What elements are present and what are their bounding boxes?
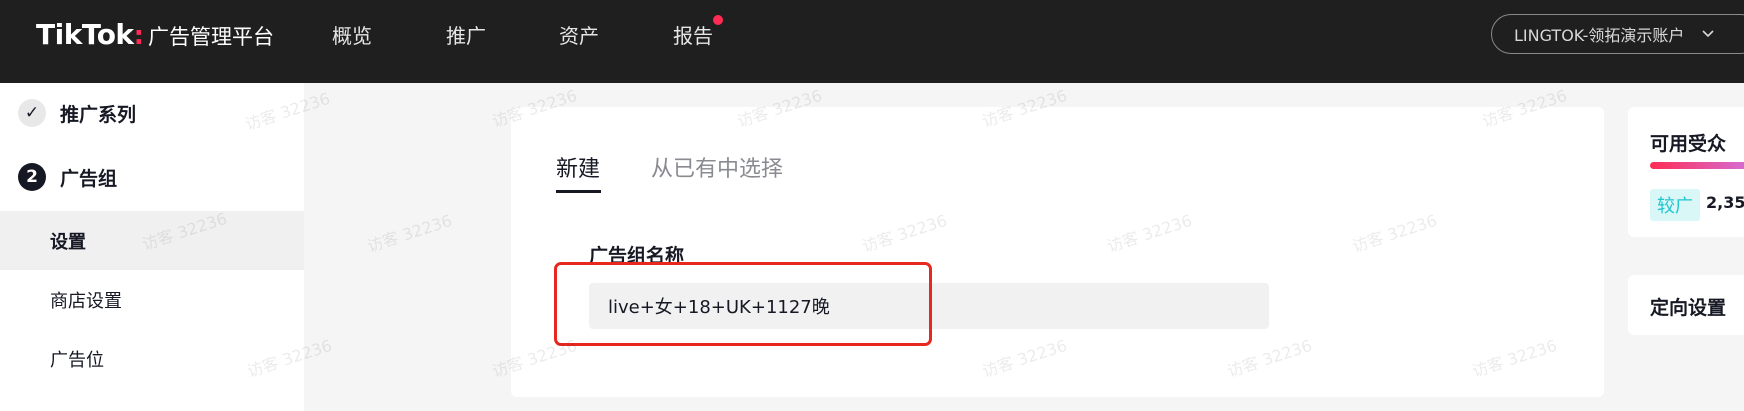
check-icon: ✓	[18, 99, 46, 127]
step-number-badge: 2	[18, 163, 46, 191]
targeting-card[interactable]: 定向设置	[1628, 275, 1744, 335]
audience-title: 可用受众	[1650, 133, 1727, 155]
nav-reports-label: 报告	[673, 24, 713, 48]
tab-label: 从已有中选择	[651, 157, 784, 182]
step-adgroup-label: 广告组	[60, 167, 118, 190]
sidebar-item-placement[interactable]: 广告位	[0, 329, 304, 388]
step-campaign[interactable]: ✓ 推广系列	[18, 99, 136, 127]
tab-create-new[interactable]: 新建	[556, 151, 600, 183]
sidebar-item-label: 广告位	[50, 349, 104, 371]
sidebar-item-settings[interactable]: 设置	[0, 211, 304, 270]
nav-assets[interactable]: 资产	[559, 20, 599, 49]
audience-gauge-bar	[1650, 162, 1744, 169]
adgroup-name-label: 广告组名称	[589, 245, 685, 267]
chevron-down-icon	[1702, 27, 1714, 41]
nav-reports[interactable]: 报告	[673, 15, 723, 49]
nav-promote[interactable]: 推广	[446, 20, 486, 49]
tab-label: 新建	[556, 157, 601, 182]
sidebar-item-store-settings[interactable]: 商店设置	[0, 270, 304, 329]
adgroup-name-input[interactable]	[589, 283, 1269, 329]
tiktok-wordmark: TikTok	[36, 18, 134, 51]
targeting-title: 定向设置	[1650, 297, 1727, 319]
platform-name: 广告管理平台	[147, 25, 274, 49]
account-switcher[interactable]: LINGTOK-领拓演示账户	[1491, 14, 1744, 54]
step-adgroup[interactable]: 2 广告组	[18, 163, 117, 191]
audience-size-card: 可用受众 较广 2,359	[1628, 107, 1744, 237]
nav-assets-label: 资产	[559, 24, 599, 48]
brand-logo[interactable]: TikTok : 广告管理平台	[36, 18, 274, 51]
account-name: LINGTOK-领拓演示账户	[1514, 26, 1685, 45]
nav-overview[interactable]: 概览	[332, 20, 372, 49]
sidebar-item-label: 设置	[50, 231, 86, 253]
audience-count: 2,359	[1706, 193, 1744, 212]
nav-overview-label: 概览	[332, 24, 372, 48]
nav-promote-label: 推广	[446, 24, 486, 48]
watermark-text: 访客 32236	[364, 210, 455, 257]
step-sidebar: ✓ 推广系列 2 广告组 设置 商店设置 广告位	[0, 83, 304, 411]
step-campaign-label: 推广系列	[60, 103, 137, 126]
tiktok-dot: :	[133, 21, 144, 51]
sidebar-item-label: 商店设置	[50, 290, 122, 312]
audience-breadth-badge: 较广	[1650, 189, 1700, 221]
tab-select-existing[interactable]: 从已有中选择	[651, 151, 783, 183]
active-tab-indicator	[556, 190, 601, 193]
top-navigation-bar: TikTok : 广告管理平台 概览 推广 资产 报告 LINGTOK-领拓演示…	[0, 0, 1744, 83]
notification-dot-icon	[713, 15, 723, 25]
